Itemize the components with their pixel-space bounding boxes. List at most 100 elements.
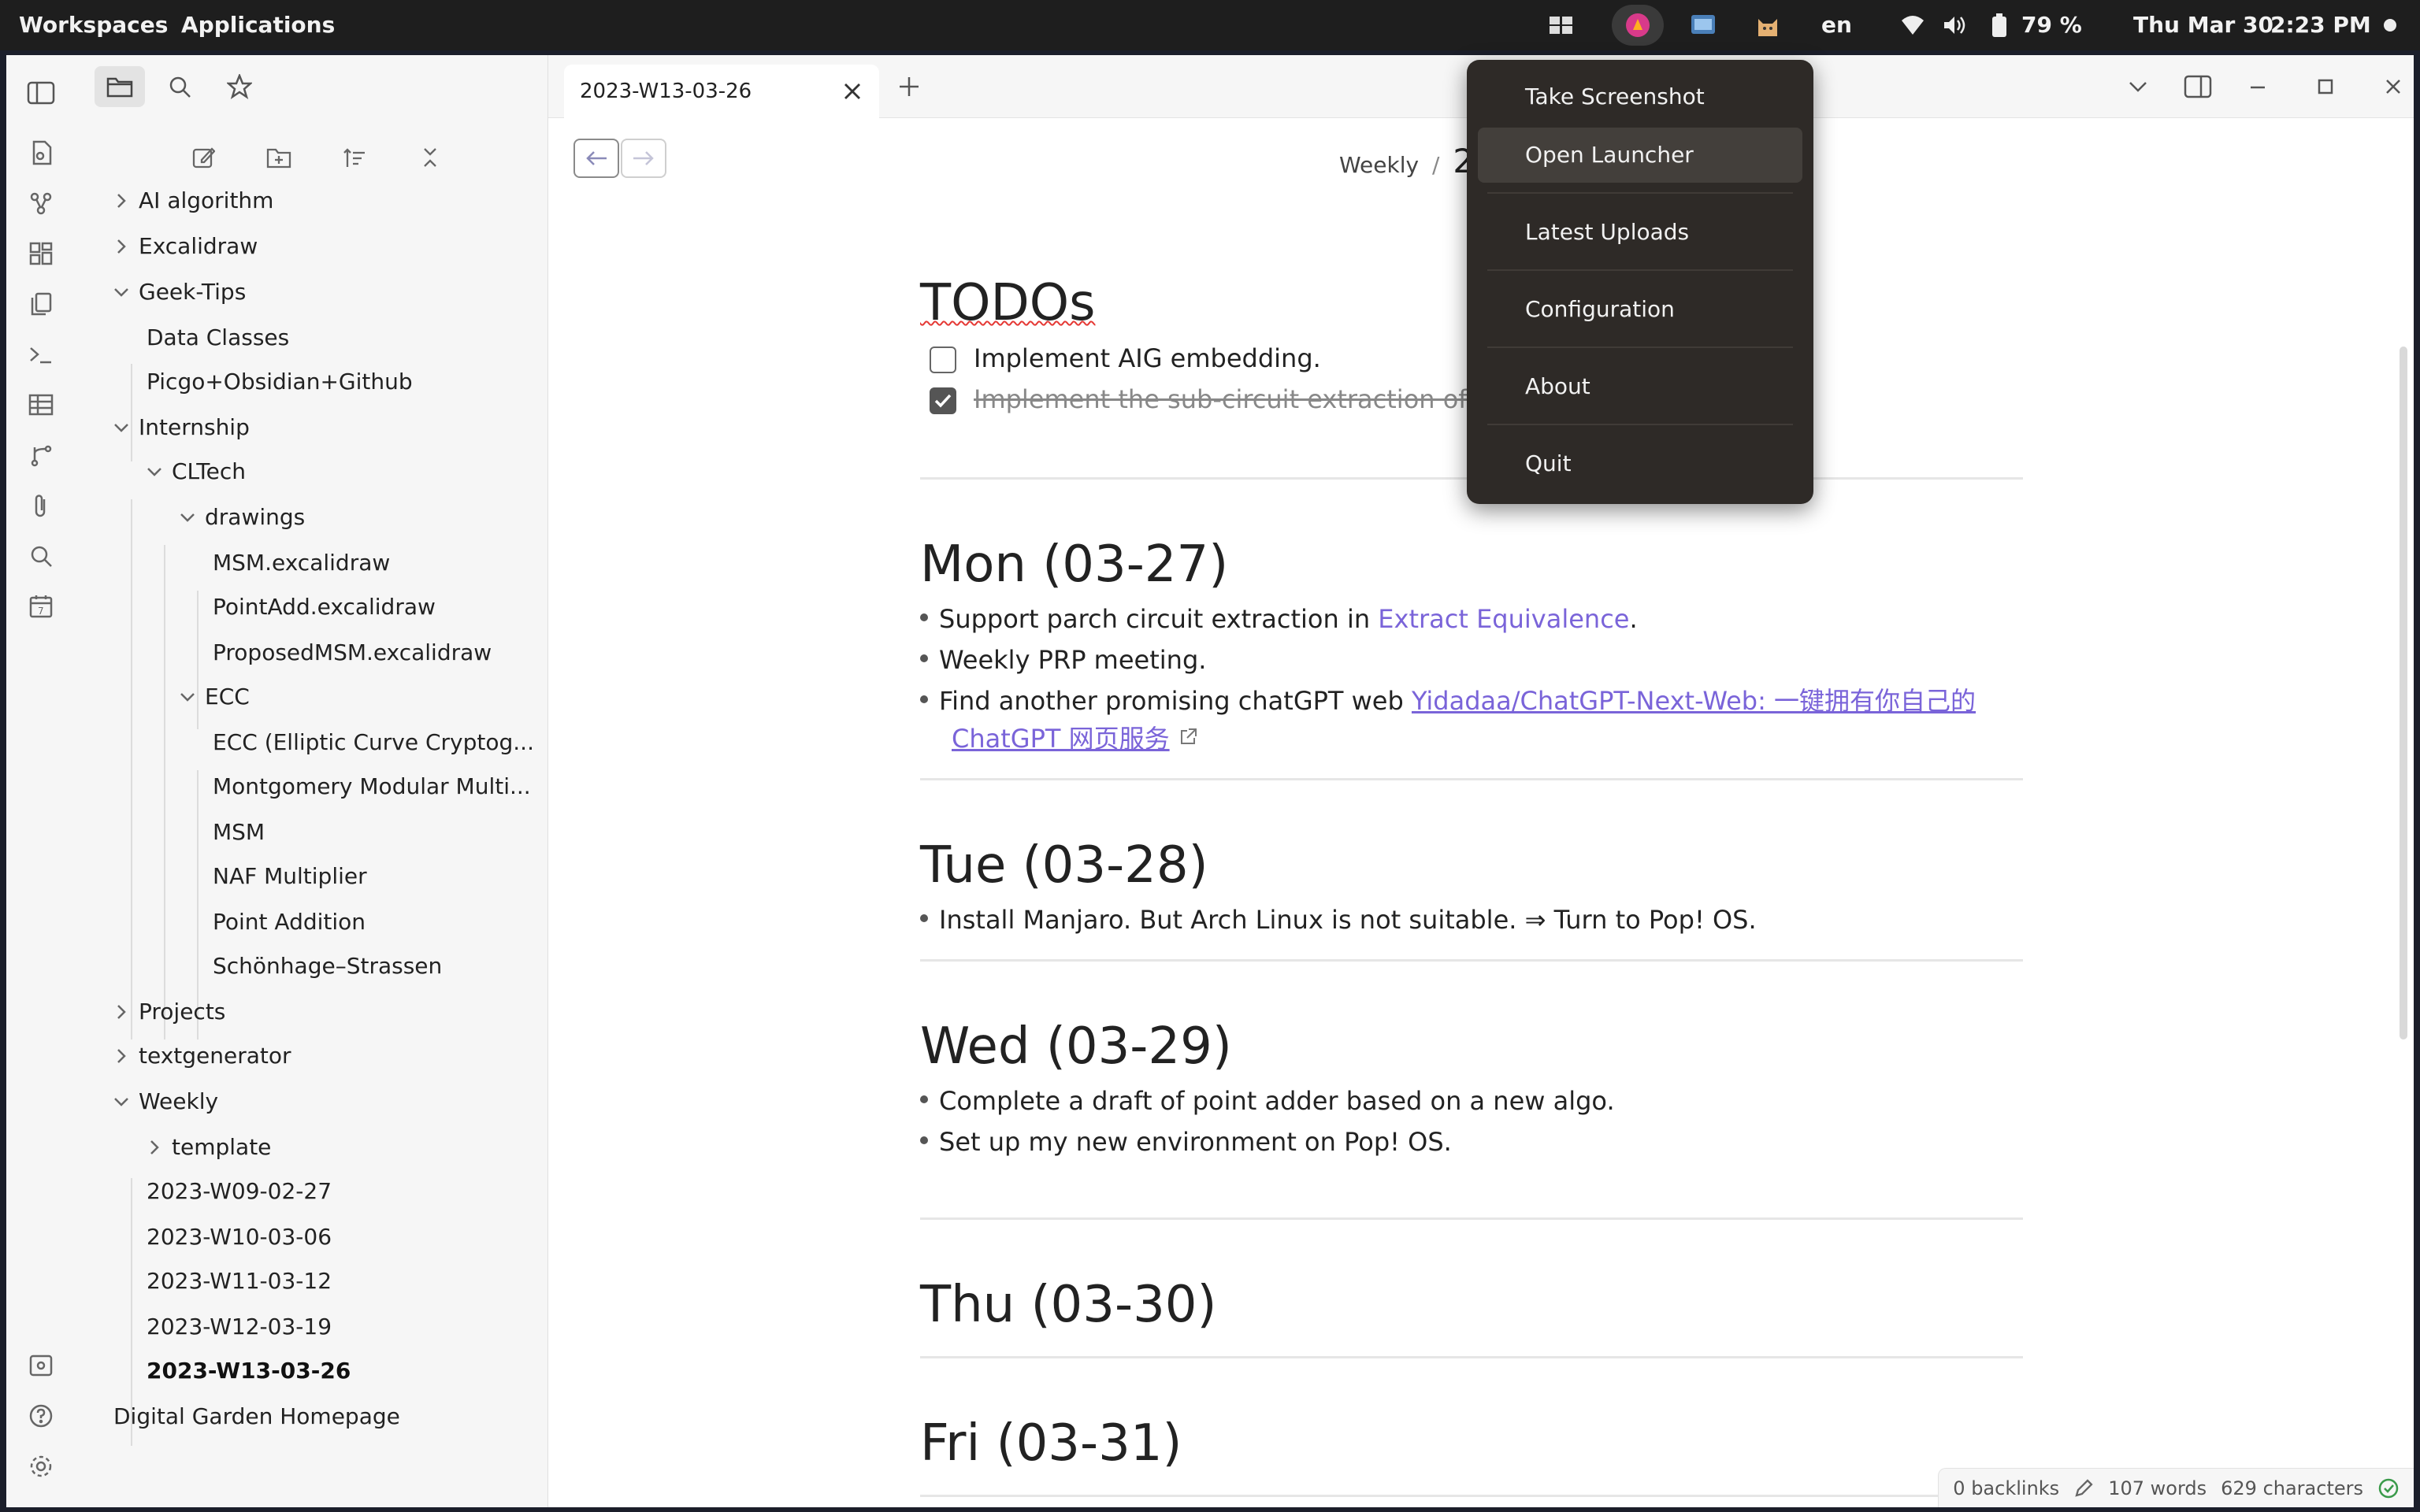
vault-switcher-icon[interactable] — [27, 1351, 55, 1380]
navigate-forward-arrow-icon[interactable] — [621, 139, 666, 178]
settings-gear-icon[interactable] — [27, 1452, 55, 1480]
copy-files-icon[interactable] — [27, 290, 55, 318]
table-icon[interactable] — [27, 391, 55, 419]
files-tab-folder-icon[interactable] — [95, 66, 145, 107]
tree-file-montgomery[interactable]: Montgomery Modular Multi... — [213, 767, 531, 806]
editor-scrollbar[interactable] — [2400, 346, 2407, 1040]
tree-file-w11[interactable]: 2023-W11-03-12 — [147, 1262, 332, 1301]
heading-tue: Tue (03-28) — [920, 836, 1208, 895]
tree-folder-drawings[interactable]: drawings — [180, 498, 305, 537]
tree-folder-template[interactable]: template — [150, 1128, 271, 1167]
clock-date[interactable]: Thu Mar 30 — [2133, 0, 2273, 50]
tree-file-ecc-elliptic[interactable]: ECC (Elliptic Curve Cryptog... — [213, 723, 534, 762]
section-divider — [920, 1495, 2023, 1497]
tree-file-picgo[interactable]: Picgo+Obsidian+Github — [147, 362, 413, 402]
toggle-sidebar-icon[interactable] — [22, 74, 60, 112]
tree-file-msm-excalidraw[interactable]: MSM.excalidraw — [213, 543, 390, 583]
new-tab-plus-icon[interactable] — [893, 71, 925, 102]
sort-order-icon[interactable] — [337, 140, 372, 175]
applications-button[interactable]: Applications — [181, 0, 335, 50]
help-icon[interactable] — [27, 1402, 55, 1430]
external-link-chatgpt-next-web-cont[interactable]: ChatGPT 网页服务 — [952, 724, 1170, 754]
tab-list-chevron-down-icon[interactable] — [2122, 71, 2154, 102]
graph-view-icon[interactable] — [27, 189, 55, 217]
sync-status-check-icon[interactable] — [2377, 1477, 2400, 1499]
tree-folder-excalidraw[interactable]: Excalidraw — [117, 227, 258, 266]
tab-title: 2023-W13-03-26 — [580, 80, 752, 103]
tree-file-w10[interactable]: 2023-W10-03-06 — [147, 1217, 332, 1257]
new-folder-icon[interactable] — [262, 140, 296, 175]
terminal-icon[interactable] — [27, 340, 55, 369]
close-window-icon[interactable] — [2377, 71, 2409, 102]
workspace-switcher-icon[interactable] — [1547, 0, 1576, 50]
git-branch-icon[interactable] — [27, 441, 55, 469]
tree-item-label: NAF Multiplier — [213, 863, 367, 889]
flameshot-tray-icon[interactable] — [1612, 5, 1664, 46]
menu-item-quit[interactable]: Quit — [1525, 450, 1572, 476]
tree-file-point-addition[interactable]: Point Addition — [213, 902, 366, 942]
tree-file-naf-multiplier[interactable]: NAF Multiplier — [213, 857, 367, 896]
tree-file-digital-garden-homepage[interactable]: Digital Garden Homepage — [113, 1397, 400, 1436]
tree-item-label: Picgo+Obsidian+Github — [147, 369, 413, 395]
tree-folder-projects[interactable]: Projects — [117, 992, 225, 1032]
navigate-back-arrow-icon[interactable] — [573, 139, 619, 178]
tree-file-w12[interactable]: 2023-W12-03-19 — [147, 1307, 332, 1347]
list-item-mon-3-cont: ChatGPT 网页服务 — [952, 718, 1198, 759]
close-tab-icon[interactable] — [841, 80, 863, 102]
menu-item-latest-uploads[interactable]: Latest Uploads — [1525, 219, 1689, 245]
collapse-all-icon[interactable] — [413, 140, 447, 175]
tree-file-w13-active[interactable]: 2023-W13-03-26 — [147, 1351, 351, 1391]
tray-popup-menu: Take Screenshot Open Launcher Latest Upl… — [1467, 60, 1813, 504]
todo-checkbox-checked[interactable] — [930, 387, 956, 414]
calendar-icon[interactable]: 7 — [27, 592, 55, 621]
volume-icon[interactable] — [1941, 0, 1969, 50]
menu-item-configuration[interactable]: Configuration — [1525, 296, 1675, 322]
menu-item-about[interactable]: About — [1525, 373, 1590, 399]
tree-folder-geek-tips[interactable]: Geek-Tips — [114, 272, 247, 312]
new-note-icon[interactable] — [186, 140, 221, 175]
tree-folder-cltech[interactable]: CLTech — [147, 452, 246, 491]
minimize-window-icon[interactable] — [2242, 71, 2273, 102]
battery-icon[interactable] — [1990, 0, 2009, 50]
tree-folder-weekly[interactable]: Weekly — [114, 1082, 218, 1121]
tree-file-schonhage-strassen[interactable]: Schönhage–Strassen — [213, 947, 442, 986]
clock-time[interactable]: 2:23 PM — [2270, 0, 2371, 50]
canvas-icon[interactable] — [27, 239, 55, 268]
cat-app-tray-icon[interactable] — [1754, 0, 1782, 50]
tree-file-w09[interactable]: 2023-W09-02-27 — [147, 1172, 332, 1211]
battery-percentage[interactable]: 79 % — [2021, 0, 2082, 50]
tree-file-proposedmsm-excalidraw[interactable]: ProposedMSM.excalidraw — [213, 633, 492, 673]
wifi-icon[interactable] — [1899, 0, 1927, 50]
list-item-mon-2: Weekly PRP meeting. — [920, 639, 1206, 680]
menu-item-open-launcher[interactable]: Open Launcher — [1525, 142, 1694, 168]
tab-2023-w13[interactable]: 2023-W13-03-26 — [564, 65, 879, 120]
tree-folder-internship[interactable]: Internship — [114, 408, 250, 447]
internal-link-extract-equivalence[interactable]: Extract Equivalence — [1378, 604, 1629, 634]
edit-mode-pencil-icon[interactable] — [2073, 1478, 2094, 1499]
backlinks-count[interactable]: 0 backlinks — [1953, 1477, 2059, 1499]
tree-file-data-classes[interactable]: Data Classes — [147, 318, 289, 358]
toggle-right-sidebar-icon[interactable] — [2182, 71, 2214, 102]
workspaces-button[interactable]: Workspaces — [19, 0, 168, 50]
keyboard-layout-indicator[interactable]: en — [1821, 0, 1852, 50]
tree-folder-ai-algorithm[interactable]: AI algorithm — [117, 181, 273, 220]
open-quick-switcher-icon[interactable] — [27, 139, 55, 167]
tree-folder-ecc[interactable]: ECC — [180, 677, 250, 717]
paperclip-icon[interactable] — [27, 491, 55, 520]
notification-dot-icon[interactable] — [2382, 0, 2398, 50]
screen-app-tray-icon[interactable] — [1689, 0, 1717, 50]
todo-checkbox[interactable] — [930, 346, 956, 373]
search-icon[interactable] — [27, 542, 55, 570]
external-link-chatgpt-next-web[interactable]: Yidadaa/ChatGPT-Next-Web: 一键拥有你自己的 — [1412, 686, 1976, 716]
tree-file-msm[interactable]: MSM — [213, 813, 265, 852]
search-tab-icon[interactable] — [154, 66, 205, 107]
tree-folder-textgenerator[interactable]: textgenerator — [117, 1036, 291, 1076]
menu-separator — [1487, 346, 1793, 348]
maximize-window-icon[interactable] — [2310, 71, 2341, 102]
list-item-mon-3: Find another promising chatGPT web Yidad… — [920, 680, 1976, 721]
tree-file-pointadd-excalidraw[interactable]: PointAdd.excalidraw — [213, 587, 436, 627]
tree-item-label: Geek-Tips — [139, 279, 247, 305]
breadcrumb-folder[interactable]: Weekly — [1339, 152, 1419, 178]
menu-item-take-screenshot[interactable]: Take Screenshot — [1525, 83, 1705, 109]
bookmarks-star-icon[interactable] — [214, 66, 265, 107]
